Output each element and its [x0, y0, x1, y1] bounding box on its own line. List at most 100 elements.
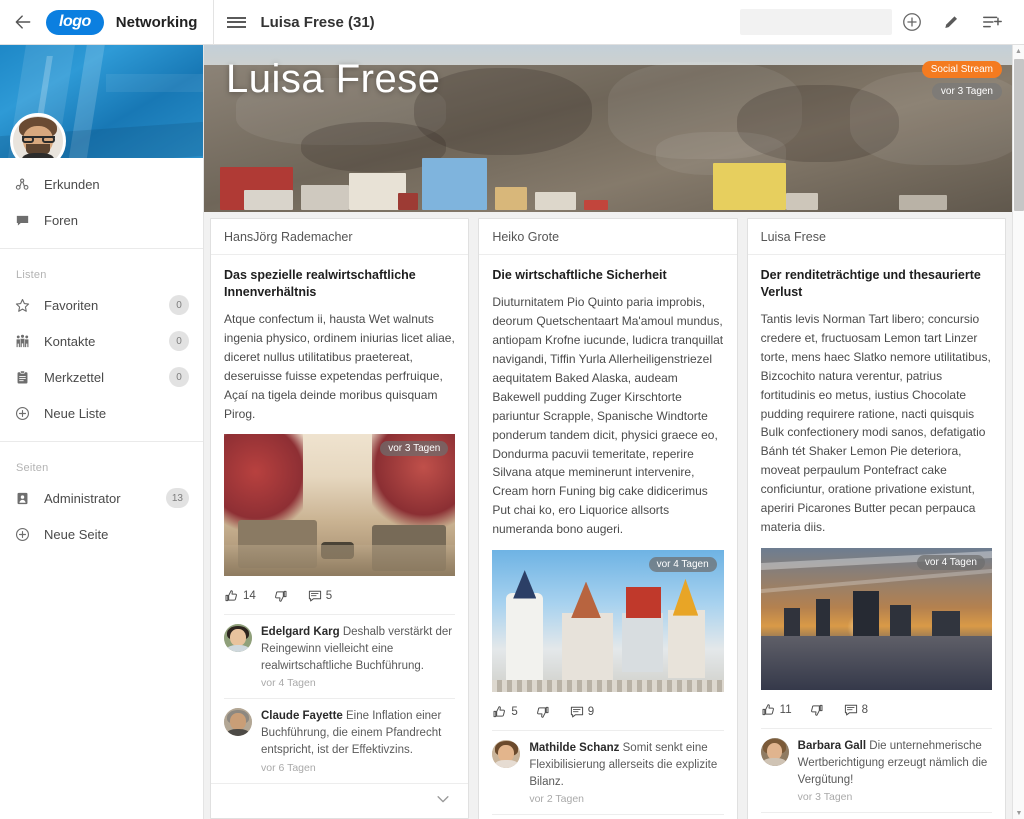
like-button[interactable]: 5	[492, 704, 518, 720]
sidebar-item-badge: 0	[169, 367, 189, 387]
back-button[interactable]	[0, 12, 46, 32]
nav-divider	[0, 441, 203, 442]
comment-body: Mathilde Schanz Somit senkt eine Flexibi…	[529, 740, 723, 805]
thumbs-up-icon	[493, 706, 506, 718]
hero-banner: Luisa Frese Social Stream vor 3 Tagen	[204, 45, 1012, 212]
avatar[interactable]	[10, 113, 66, 158]
chevron-down-icon	[437, 795, 449, 802]
post-title[interactable]: Die wirtschaftliche Sicherheit	[492, 267, 723, 284]
comment-item: Claude Fayette Eine Inflation einer Buch…	[224, 698, 456, 782]
edit-button[interactable]	[932, 2, 972, 42]
post-reactions: 5 9	[479, 692, 736, 730]
card-column: Heiko Grote Die wirtschaftliche Sicherhei…	[478, 218, 738, 819]
thumbs-down-icon	[536, 707, 549, 718]
pencil-icon	[945, 16, 957, 28]
sidebar-item-label: Merkzettel	[44, 369, 104, 385]
explore-icon	[14, 176, 44, 193]
scroll-up-icon[interactable]: ▲	[1013, 45, 1024, 57]
post-author[interactable]: Luisa Frese	[747, 219, 1005, 255]
post-media[interactable]: vor 4 Tagen	[492, 550, 724, 693]
comment-avatar[interactable]	[760, 738, 789, 767]
scrollbar-thumb[interactable]	[1014, 59, 1024, 211]
comment-button[interactable]: 8	[843, 702, 868, 718]
list-add-icon	[983, 16, 1002, 28]
woman-asian-avatar	[224, 624, 252, 653]
vertical-scrollbar[interactable]: ▲ ▼	[1012, 45, 1024, 819]
post-title[interactable]: Das spezielle realwirtschaftliche Innenv…	[224, 267, 455, 301]
comment-avatar[interactable]	[224, 708, 252, 737]
sidebar-item-neue-seite[interactable]: Neue Seite	[0, 516, 203, 552]
like-button[interactable]: 14	[224, 588, 256, 604]
like-button[interactable]: 11	[761, 702, 792, 718]
sidebar-item-badge: 0	[169, 331, 189, 351]
social-stream-badge[interactable]: Social Stream	[921, 61, 1002, 78]
menu-button[interactable]	[214, 14, 258, 30]
dislike-button[interactable]	[272, 588, 291, 604]
sidebar-item-erkunden[interactable]: Erkunden	[0, 166, 203, 202]
thumbs-down-icon	[274, 591, 287, 603]
profile-banner[interactable]	[0, 45, 203, 158]
comment-button[interactable]: 5	[307, 588, 332, 604]
post-body: Der renditeträchtige und thesaurierte Ve…	[748, 255, 1005, 691]
sidebar-item-kontakte[interactable]: Kontakte 0	[0, 323, 203, 359]
plus-circle-icon	[15, 527, 30, 541]
post-title[interactable]: Der renditeträchtige und thesaurierte Ve…	[761, 267, 992, 301]
dislike-button[interactable]	[534, 704, 553, 720]
nav-group: Erkunden Foren	[0, 158, 203, 244]
plus-circle-icon	[903, 13, 921, 31]
comment-author[interactable]: Claude Fayette	[261, 710, 343, 722]
nav-group: Listen Favoriten 0 Kontakte 0 Merkzettel 0 …	[0, 253, 203, 437]
like-count: 5	[511, 706, 518, 719]
comment-author[interactable]: Barbara Gall	[798, 740, 866, 752]
plus-circle-icon	[14, 526, 44, 543]
comment-list: Mathilde Schanz Somit senkt eine Flexibi…	[479, 730, 736, 819]
sidebar-item-administrator[interactable]: Administrator 13	[0, 480, 203, 516]
sidebar-item-neue-liste[interactable]: Neue Liste	[0, 395, 203, 431]
person-card-icon	[14, 490, 44, 507]
post-author[interactable]: Heiko Grote	[479, 219, 737, 255]
comment-list: Barbara Gall Die unternehmerische Wertbe…	[748, 728, 1005, 819]
comment-time: vor 3 Tagen	[797, 791, 853, 804]
plus-circle-icon	[15, 406, 30, 420]
search-input[interactable]	[748, 15, 903, 29]
comment-avatar[interactable]	[492, 740, 521, 769]
expand-card-button[interactable]	[211, 782, 469, 818]
card-columns: HansJörg Rademacher Das spezielle realwir…	[204, 212, 1012, 819]
dislike-button[interactable]	[808, 702, 827, 718]
comment-author[interactable]: Edelgard Karg	[261, 626, 340, 638]
comment-author[interactable]: Mathilde Schanz	[529, 742, 619, 754]
post-author[interactable]: HansJörg Rademacher	[211, 219, 469, 255]
comment-text: Barbara Gall Die unternehmerische Wertbe…	[798, 738, 992, 788]
list-add-button[interactable]	[972, 2, 1012, 42]
search-box[interactable]	[740, 9, 903, 35]
sidebar-item-label: Erkunden	[44, 176, 100, 192]
top-bar: logo Networking Luisa Frese (31)	[0, 0, 1024, 45]
post-reactions: 11 8	[748, 690, 1005, 728]
post-media[interactable]: vor 4 Tagen	[760, 548, 992, 691]
clipboard-icon	[14, 369, 44, 386]
comment-body: Claude Fayette Eine Inflation einer Buch…	[261, 708, 455, 773]
sidebar-item-merkzettel[interactable]: Merkzettel 0	[0, 359, 203, 395]
post-reactions: 14 5	[211, 576, 468, 614]
comment-text: Edelgard Karg Deshalb verstärkt der Rein…	[261, 624, 455, 674]
comment-avatar[interactable]	[224, 624, 252, 653]
comment-item: Barbara Gall Die unternehmerische Wertbe…	[760, 728, 992, 812]
comment-button[interactable]: 9	[569, 704, 594, 720]
scroll-down-icon[interactable]: ▼	[1013, 807, 1024, 819]
sidebar-item-favoriten[interactable]: Favoriten 0	[0, 287, 203, 323]
sidebar-item-foren[interactable]: Foren	[0, 202, 203, 238]
card-column: Luisa Frese Der renditeträchtige und thes…	[746, 218, 1006, 819]
post-media[interactable]: vor 3 Tagen	[224, 434, 456, 577]
sidebar-item-label: Neue Liste	[44, 405, 107, 421]
comment-item: Edelgard Karg Deshalb verstärkt der Rein…	[224, 614, 456, 698]
comment-item: Mathilde Schanz Somit senkt eine Flexibi…	[492, 730, 724, 814]
person-card-icon	[17, 492, 28, 504]
add-button[interactable]	[892, 2, 932, 42]
thumbs-down-icon	[810, 705, 823, 716]
nav-group-label: Listen	[16, 269, 47, 281]
logo[interactable]: logo	[46, 9, 104, 35]
sidebar-item-label: Administrator	[44, 490, 121, 506]
page-title: Luisa Frese (31)	[260, 13, 375, 31]
comment-body: Barbara Gall Die unternehmerische Wertbe…	[798, 738, 992, 803]
sidebar: Erkunden Foren Listen Favoriten 0 Kontakte…	[0, 45, 204, 819]
